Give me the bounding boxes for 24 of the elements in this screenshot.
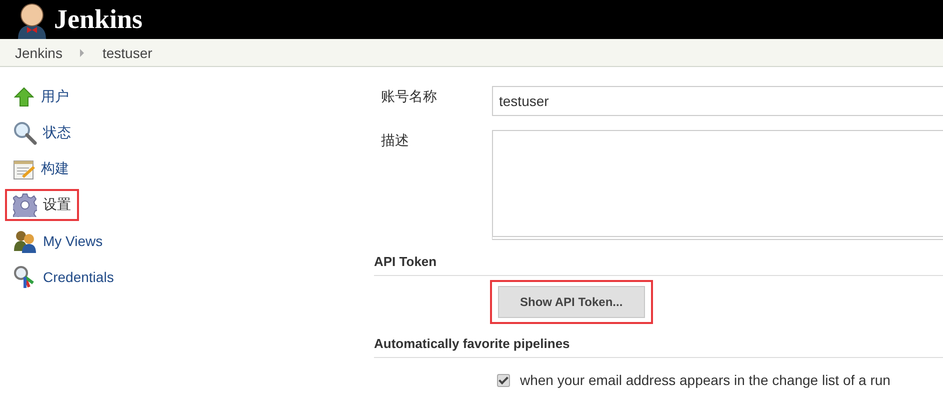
notepad-icon <box>13 158 35 180</box>
sidebar-item[interactable]: 构建 <box>5 153 77 185</box>
app-title[interactable]: Jenkins <box>54 4 143 35</box>
section-heading: Automatically favorite pipelines <box>374 336 943 358</box>
checkbox-label: when your email address appears in the change list of a run <box>520 372 890 388</box>
sidebar-item[interactable]: Credentials <box>5 261 122 293</box>
keys-icon <box>13 265 37 289</box>
people-icon <box>13 229 37 253</box>
up-arrow-icon <box>13 86 35 108</box>
section-heading: API Token <box>374 254 943 276</box>
checkbox[interactable] <box>497 374 510 386</box>
gear-icon <box>13 193 37 217</box>
sidebar-item[interactable]: My Views <box>5 225 111 257</box>
search-icon <box>13 121 37 145</box>
field-label: 描述 <box>380 131 410 150</box>
input-field[interactable]: testuser <box>492 86 943 116</box>
breadcrumb-link[interactable]: Jenkins <box>15 44 62 60</box>
breadcrumb-link[interactable]: testuser <box>102 44 152 60</box>
sidebar-item[interactable]: 用户 <box>5 81 77 113</box>
caret-icon <box>80 48 84 56</box>
field-label: 账号名称 <box>380 87 438 106</box>
show-token-button[interactable]: Show API Token... <box>498 286 645 318</box>
sidebar-item[interactable]: 设置 <box>5 189 79 221</box>
sidebar-item[interactable]: 状态 <box>5 117 79 149</box>
